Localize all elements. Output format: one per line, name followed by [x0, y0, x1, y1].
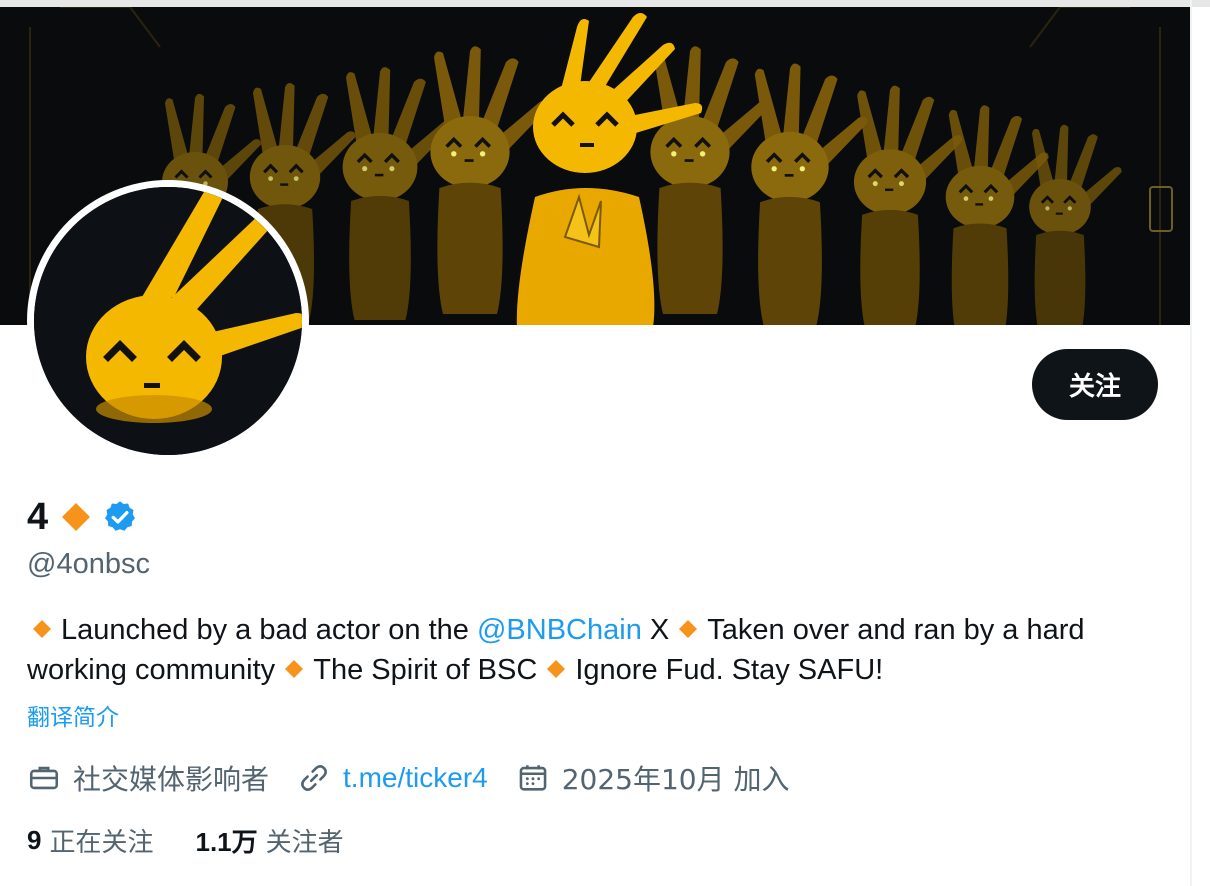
- website-link[interactable]: t.me/ticker4: [343, 762, 488, 794]
- profile-meta-row: 社交媒体影响者 t.me/ticker4 2025年10月 加入: [27, 756, 818, 800]
- browser-top-edge: [0, 0, 1210, 7]
- orange-diamond-icon: [285, 660, 304, 679]
- profile-bio: Launched by a bad actor on the @BNBChain…: [27, 610, 1177, 690]
- profile-name-row: 4: [27, 495, 138, 539]
- orange-diamond-icon: [33, 620, 51, 639]
- mention-link[interactable]: @BNBChain: [477, 614, 642, 646]
- followers-label: 关注者: [265, 827, 344, 858]
- translate-bio-link[interactable]: 翻译简介: [27, 698, 119, 732]
- following-count: 9: [27, 824, 42, 855]
- joined-item: 2025年10月 加入: [516, 758, 790, 798]
- joined-date: 2025年10月 加入: [561, 763, 790, 796]
- orange-diamond-icon: [679, 620, 698, 639]
- verified-badge-icon[interactable]: [102, 499, 138, 535]
- link-icon: [301, 765, 327, 791]
- bio-text: X: [641, 614, 678, 646]
- column-divider: [1190, 0, 1192, 886]
- followers-stat[interactable]: 1.1万 关注者: [195, 822, 343, 859]
- follow-button[interactable]: 关注: [1032, 349, 1158, 420]
- category-item: 社交媒体影响者: [27, 758, 269, 798]
- following-stat[interactable]: 9 正在关注: [27, 822, 153, 859]
- website-item: t.me/ticker4: [297, 761, 488, 795]
- bunny-logo-icon: [34, 187, 302, 455]
- bio-text: Launched by a bad actor on the: [61, 614, 477, 646]
- orange-diamond-icon: [547, 660, 566, 679]
- avatar-image: [34, 187, 302, 455]
- display-name: 4: [27, 496, 49, 538]
- bio-text: Ignore Fud. Stay SAFU!: [575, 654, 884, 686]
- follow-stats: 9 正在关注 1.1万 关注者: [27, 820, 386, 860]
- profile-avatar[interactable]: [27, 180, 309, 462]
- briefcase-icon: [29, 766, 59, 790]
- following-label: 正在关注: [49, 827, 154, 858]
- bio-text: The Spirit of BSC: [313, 654, 546, 686]
- category-text: 社交媒体影响者: [73, 763, 270, 796]
- calendar-icon: [519, 765, 547, 791]
- user-handle: @4onbsc: [27, 548, 150, 580]
- orange-diamond-icon: [60, 501, 92, 533]
- followers-count: 1.1万: [195, 826, 258, 857]
